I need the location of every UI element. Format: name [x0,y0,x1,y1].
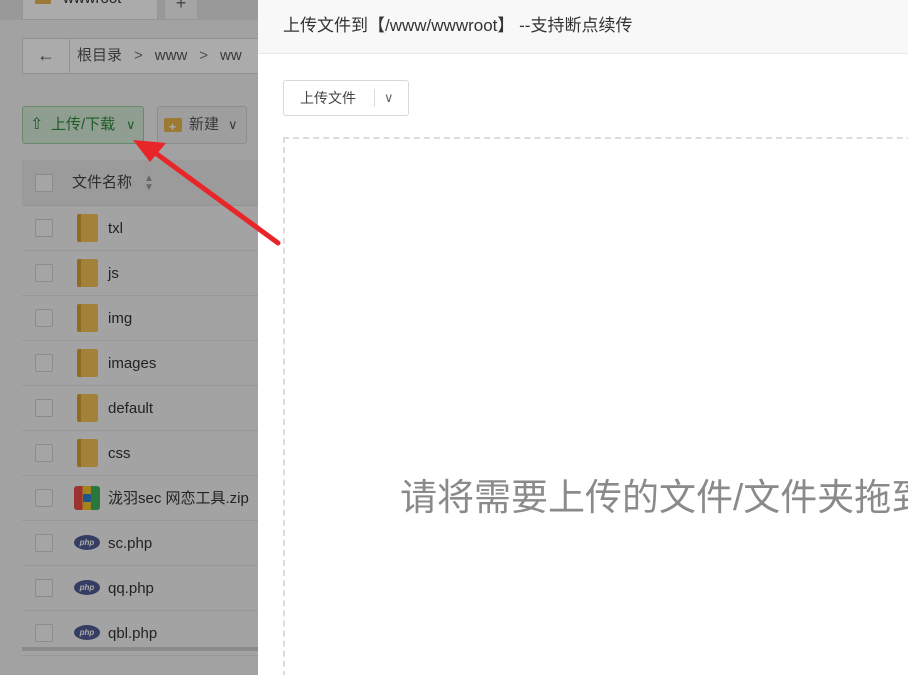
select-all-checkbox[interactable] [35,174,53,192]
row-checkbox[interactable] [35,579,53,597]
chevron-down-icon[interactable]: ∨ [384,81,394,115]
chevron-down-icon: ∨ [126,117,136,132]
row-checkbox[interactable] [35,489,53,507]
upload-file-label: 上传文件 [300,90,356,106]
upload-dialog: 上传文件到【/www/wwwroot】 --支持断点续传 上传文件 ∨ 请将需要… [258,0,908,675]
upload-download-label: 上传/下载 [51,116,116,133]
table-row[interactable]: 泷羽sec 网恋工具.zip [22,476,258,521]
breadcrumb-wwwroot[interactable]: ww [220,47,242,64]
upload-file-dropdown[interactable]: 上传文件 ∨ [283,80,409,116]
table-row[interactable]: default [22,386,258,431]
sort-icon[interactable]: ▲ ▼ [144,174,154,193]
row-checkbox[interactable] [35,534,53,552]
upload-download-button[interactable]: ⇧ 上传/下载 ∨ [22,106,144,144]
tab-bar: wwwroot × + [0,0,258,20]
table-row[interactable]: css [22,431,258,476]
row-checkbox[interactable] [35,624,53,642]
table-row[interactable]: img [22,296,258,341]
breadcrumb-trail: 根目录 > www > ww [77,39,242,73]
table-row[interactable]: txl [22,206,258,251]
tab-wwwroot[interactable]: wwwroot × [22,0,158,20]
folder-icon [77,394,98,422]
breadcrumb-separator: > [199,47,209,64]
breadcrumb: ← 根目录 > www > ww [22,38,272,74]
new-folder-icon [164,109,182,145]
folder-icon [77,259,98,287]
scrollbar[interactable] [22,647,258,651]
drop-hint-text: 请将需要上传的文件/文件夹拖到此处 [400,477,908,518]
tab-label: wwwroot [63,0,121,7]
table-row[interactable]: js [22,251,258,296]
folder-icon [77,349,98,377]
folder-icon [77,214,98,242]
zip-archive-icon [74,486,100,510]
close-icon[interactable]: × [139,0,148,6]
row-checkbox[interactable] [35,354,53,372]
upload-icon: ⇧ [30,116,44,133]
folder-icon [35,0,51,4]
new-label: 新建 [189,116,220,133]
file-list: txl js img images default css 泷羽sec 网恋工具.zip ph… [22,206,258,656]
row-checkbox[interactable] [35,444,53,462]
breadcrumb-root[interactable]: 根目录 [77,47,122,64]
file-name[interactable]: img [108,296,132,341]
drop-zone[interactable]: 请将需要上传的文件/文件夹拖到此处 [283,137,908,675]
dialog-header: 上传文件到【/www/wwwroot】 --支持断点续传 [258,0,908,54]
file-name[interactable]: 泷羽sec 网恋工具.zip [108,476,249,521]
folder-icon [77,439,98,467]
new-button[interactable]: 新建 ∨ [157,106,247,145]
row-checkbox[interactable] [35,399,53,417]
row-checkbox[interactable] [35,219,53,237]
file-name[interactable]: images [108,341,156,386]
column-header-filename[interactable]: 文件名称 [72,160,132,206]
folder-icon [77,304,98,332]
file-name[interactable]: default [108,386,153,431]
php-file-icon: php [74,625,100,640]
file-manager-panel: wwwroot × + ← 根目录>www>ww ⇧ 上传/下载 ∨ 新建 ∨ … [0,0,272,675]
php-file-icon: php [74,580,100,595]
breadcrumb-separator: > [134,47,143,64]
file-name[interactable]: js [108,251,119,296]
table-row[interactable]: php sc.php [22,521,258,566]
file-name[interactable]: sc.php [108,521,152,566]
file-name[interactable]: qq.php [108,566,154,611]
dropdown-divider [374,89,375,107]
php-file-icon: php [74,535,100,550]
table-row[interactable]: php qq.php [22,566,258,611]
file-name[interactable]: txl [108,206,123,251]
table-header: 文件名称 ▲ ▼ [22,160,258,206]
file-name[interactable]: css [108,431,131,476]
row-checkbox[interactable] [35,309,53,327]
chevron-down-icon: ∨ [228,117,238,132]
row-checkbox[interactable] [35,264,53,282]
back-arrow-icon[interactable]: ← [23,39,70,73]
table-row[interactable]: images [22,341,258,386]
dialog-title: 上传文件到【/www/wwwroot】 --支持断点续传 [283,16,633,35]
breadcrumb-www[interactable]: www [155,47,188,64]
add-tab-button[interactable]: + [164,0,198,20]
